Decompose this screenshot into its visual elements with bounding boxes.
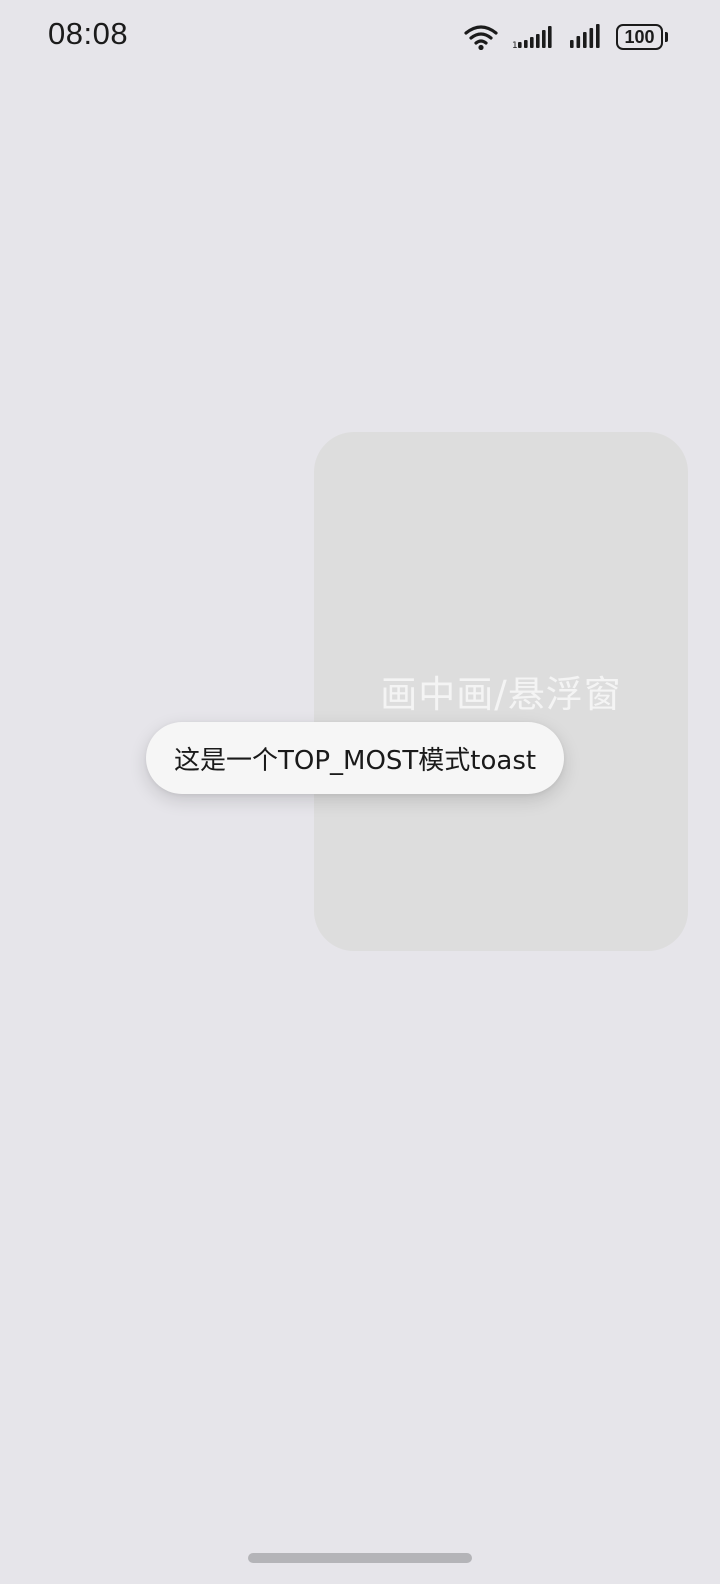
- toast-message: 这是一个TOP_MOST模式toast: [174, 745, 537, 776]
- pip-floating-window[interactable]: 画中画/悬浮窗: [314, 432, 688, 951]
- battery-tip: [665, 32, 668, 42]
- toast: 这是一个TOP_MOST模式toast: [146, 722, 565, 794]
- status-time: 08:08: [48, 16, 129, 51]
- home-indicator[interactable]: [248, 1553, 472, 1563]
- battery-icon: 100: [616, 24, 668, 50]
- battery-body: 100: [616, 24, 663, 50]
- screen: 08:08 1 100 画中画/悬浮窗 这是一个TOP_MOST模式toast: [0, 0, 720, 1584]
- status-bar: 08:08 1 100: [0, 0, 720, 76]
- status-icons: 1 100: [464, 22, 668, 52]
- wifi-icon: [464, 24, 498, 50]
- pip-window-label: 画中画/悬浮窗: [380, 673, 622, 716]
- cellular-signal-icon-2: [570, 24, 602, 50]
- cellular-signal-icon: 1: [512, 24, 556, 50]
- battery-level: 100: [624, 27, 655, 47]
- svg-text:1: 1: [512, 41, 518, 50]
